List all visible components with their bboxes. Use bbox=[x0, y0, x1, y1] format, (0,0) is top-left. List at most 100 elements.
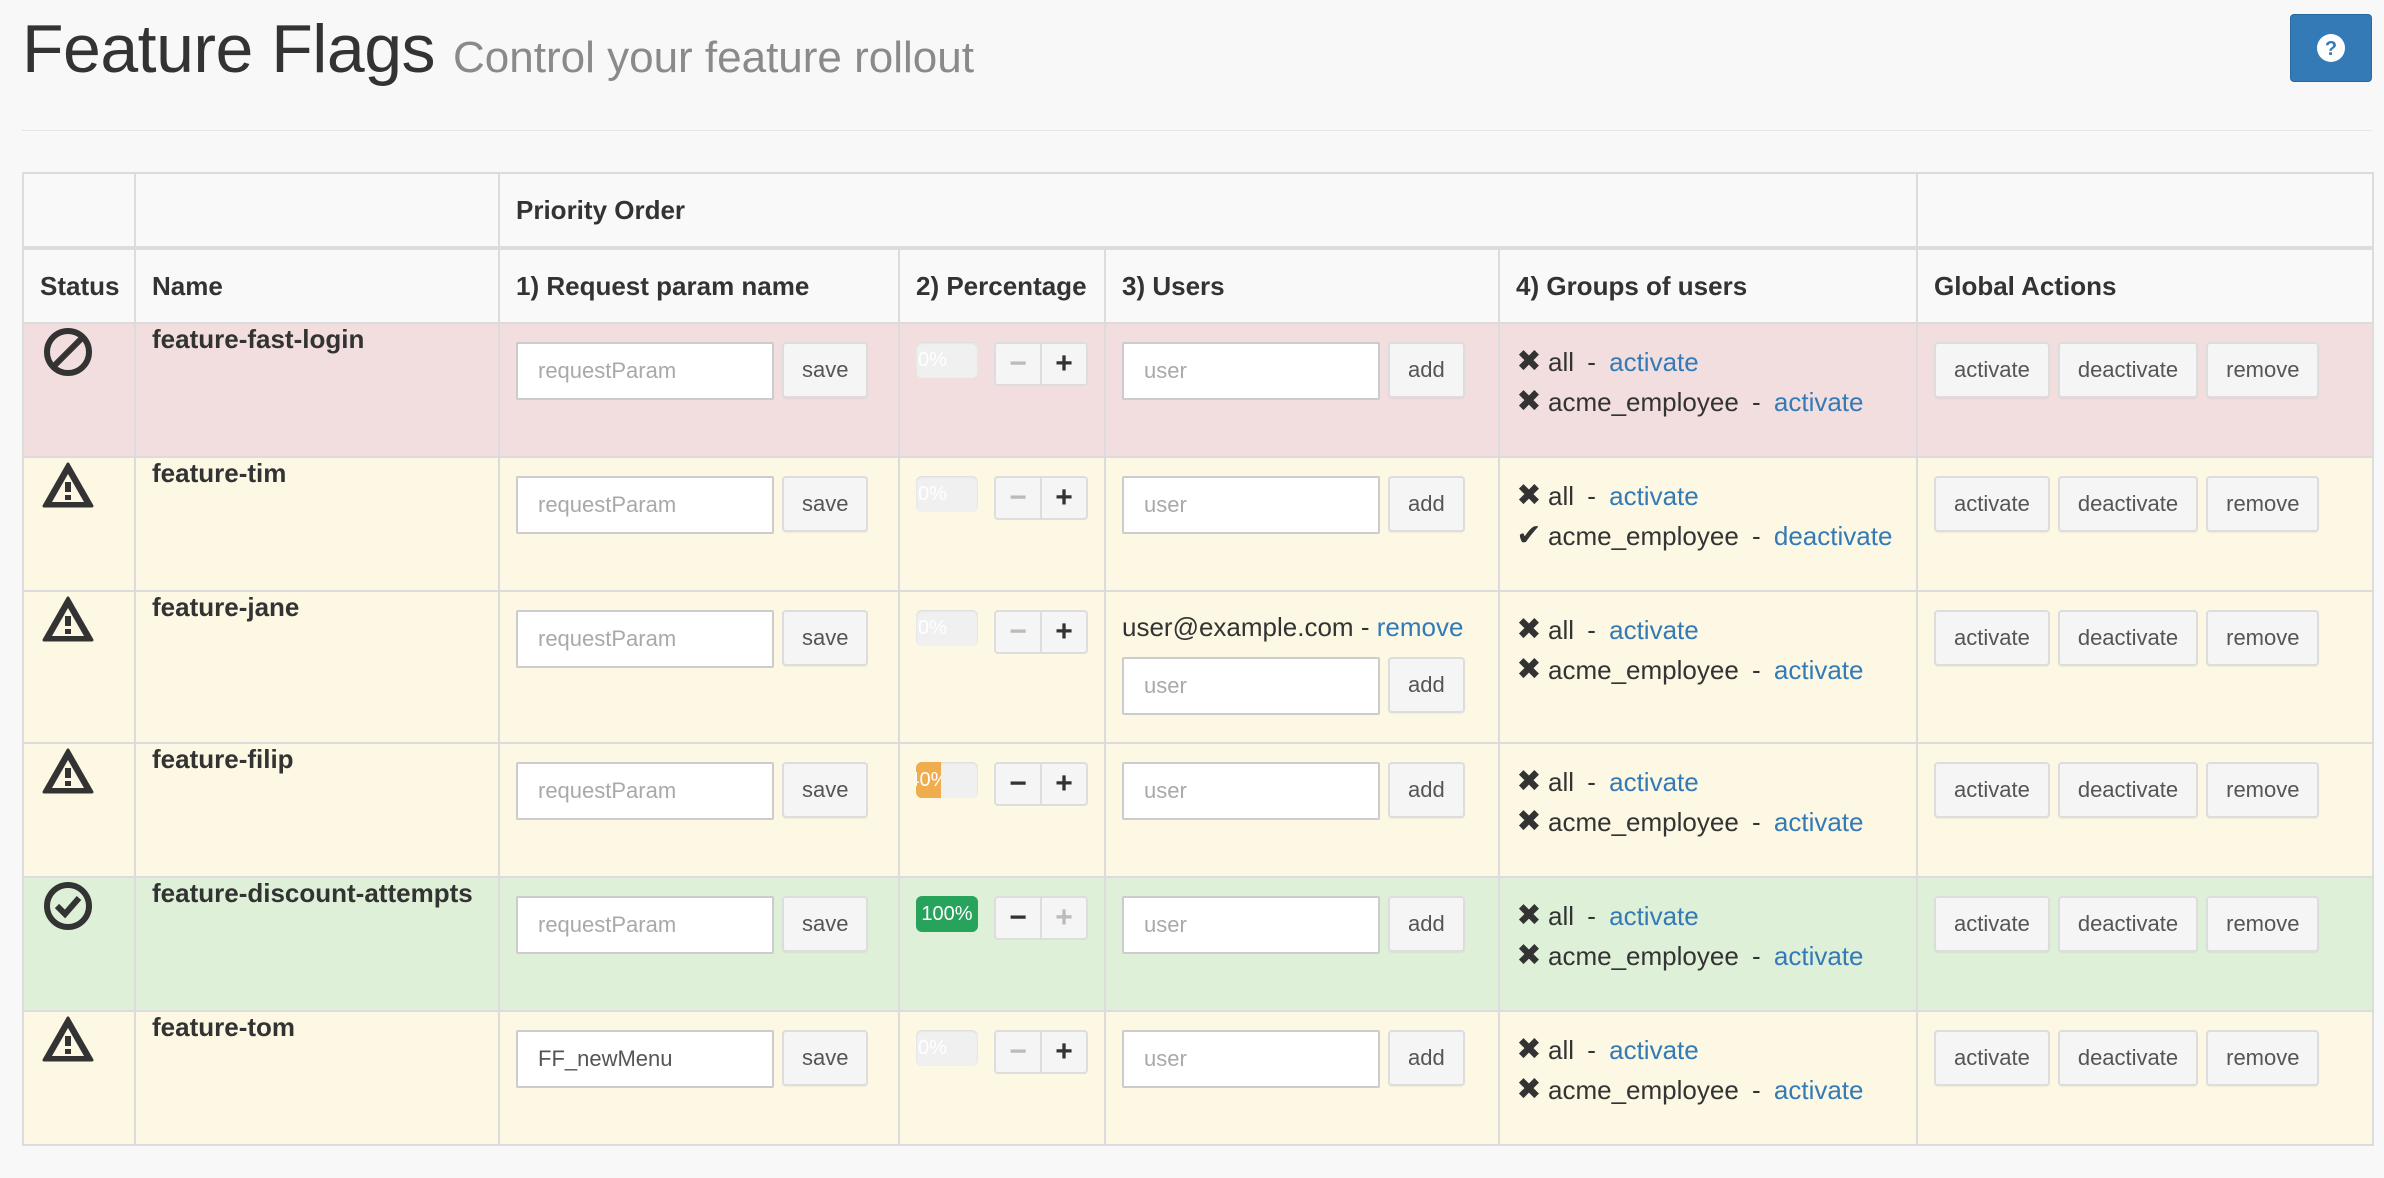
remove-button[interactable]: remove bbox=[2206, 896, 2320, 952]
times-icon: ✖ bbox=[1516, 345, 1542, 378]
decrease-percentage-button[interactable]: − bbox=[994, 342, 1042, 386]
add-user-button[interactable]: add bbox=[1388, 476, 1465, 532]
increase-percentage-button[interactable]: + bbox=[1042, 896, 1088, 940]
group-name: all bbox=[1548, 615, 1575, 645]
column-request-param: 1) Request param name bbox=[498, 246, 900, 324]
decrease-percentage-button[interactable]: − bbox=[994, 610, 1042, 654]
user-input[interactable] bbox=[1122, 1030, 1380, 1088]
deactivate-button[interactable]: deactivate bbox=[2057, 1030, 2199, 1086]
activate-group-link[interactable]: activate bbox=[1774, 650, 1864, 690]
percentage-progress: 100% bbox=[916, 896, 978, 932]
save-button[interactable]: save bbox=[782, 1030, 869, 1086]
group-entry: ✖ all - activate bbox=[1516, 1030, 1900, 1070]
increase-percentage-button[interactable]: + bbox=[1042, 1030, 1088, 1074]
activate-button[interactable]: activate bbox=[1934, 476, 2050, 532]
request-param-input[interactable] bbox=[516, 762, 774, 820]
request-param-input[interactable] bbox=[516, 476, 774, 534]
column-status: Status bbox=[22, 246, 136, 324]
times-icon: ✖ bbox=[1516, 939, 1542, 972]
user-input[interactable] bbox=[1122, 342, 1380, 400]
separator: - bbox=[1580, 767, 1604, 797]
save-button[interactable]: save bbox=[782, 896, 869, 952]
activate-group-link[interactable]: activate bbox=[1609, 762, 1699, 802]
remove-button[interactable]: remove bbox=[2206, 762, 2320, 818]
percentage-bar: 40% bbox=[916, 762, 941, 798]
percentage-label: 0% bbox=[918, 1037, 947, 1059]
activate-group-link[interactable]: activate bbox=[1609, 896, 1699, 936]
groups-list: ✖ all - activate ✖ acme_employee - activate bbox=[1516, 744, 1900, 842]
priority-order-header: Priority Order bbox=[498, 172, 1918, 249]
status-cell bbox=[22, 742, 136, 878]
request-param-input[interactable] bbox=[516, 1030, 774, 1088]
separator: - bbox=[1353, 612, 1377, 642]
increase-percentage-button[interactable]: + bbox=[1042, 476, 1088, 520]
increase-percentage-button[interactable]: + bbox=[1042, 762, 1088, 806]
user-input[interactable] bbox=[1122, 896, 1380, 954]
activate-group-link[interactable]: activate bbox=[1774, 382, 1864, 422]
activate-button[interactable]: activate bbox=[1934, 342, 2050, 398]
add-user-button[interactable]: add bbox=[1388, 342, 1465, 398]
deactivate-group-link[interactable]: deactivate bbox=[1774, 516, 1893, 556]
times-icon: ✖ bbox=[1516, 1073, 1542, 1106]
activate-group-link[interactable]: activate bbox=[1609, 476, 1699, 516]
help-button[interactable]: ? bbox=[2290, 14, 2372, 82]
activate-group-link[interactable]: activate bbox=[1609, 1030, 1699, 1070]
user-input[interactable] bbox=[1122, 762, 1380, 820]
remove-button[interactable]: remove bbox=[2206, 342, 2320, 398]
remove-user-link[interactable]: remove bbox=[1377, 612, 1464, 642]
percentage-progress: 0% bbox=[916, 1030, 978, 1066]
group-entry: ✖ all - activate bbox=[1516, 476, 1900, 516]
save-button[interactable]: save bbox=[782, 610, 869, 666]
flag-row: feature-fast-login save 0% −+ add ✖all - acti… bbox=[22, 322, 2374, 458]
user-input[interactable] bbox=[1122, 657, 1380, 715]
remove-button[interactable]: remove bbox=[2206, 1030, 2320, 1086]
add-user-button[interactable]: add bbox=[1388, 762, 1465, 818]
save-button[interactable]: save bbox=[782, 762, 869, 818]
deactivate-button[interactable]: deactivate bbox=[2057, 896, 2199, 952]
activate-group-link[interactable]: activate bbox=[1609, 610, 1699, 650]
deactivate-button[interactable]: deactivate bbox=[2057, 610, 2199, 666]
decrease-percentage-button[interactable]: − bbox=[994, 896, 1042, 940]
column-name: Name bbox=[134, 246, 500, 324]
user-input[interactable] bbox=[1122, 476, 1380, 534]
global-actions-cell: activate deactivate remove bbox=[1916, 742, 2374, 878]
warning-icon bbox=[42, 462, 94, 508]
deactivate-button[interactable]: deactivate bbox=[2057, 476, 2199, 532]
deactivate-button[interactable]: deactivate bbox=[2057, 762, 2199, 818]
groups-cell: ✖ all - activate ✖ acme_employee - activate bbox=[1498, 322, 1918, 458]
decrease-percentage-button[interactable]: − bbox=[994, 762, 1042, 806]
add-user-button[interactable]: add bbox=[1388, 657, 1465, 713]
decrease-percentage-button[interactable]: − bbox=[994, 476, 1042, 520]
remove-button[interactable]: remove bbox=[2206, 476, 2320, 532]
flag-name: feature-jane bbox=[134, 590, 500, 744]
activate-button[interactable]: activate bbox=[1934, 1030, 2050, 1086]
users-cell: add bbox=[1104, 322, 1500, 458]
add-user-button[interactable]: add bbox=[1388, 1030, 1465, 1086]
activate-group-link[interactable]: activate bbox=[1774, 1070, 1864, 1110]
activate-group-link[interactable]: activate bbox=[1774, 936, 1864, 976]
save-button[interactable]: save bbox=[782, 476, 869, 532]
request-param-input[interactable] bbox=[516, 896, 774, 954]
activate-group-link[interactable]: activate bbox=[1609, 342, 1699, 382]
request-param-input[interactable] bbox=[516, 610, 774, 668]
request-param-input[interactable] bbox=[516, 342, 774, 400]
decrease-percentage-button[interactable]: − bbox=[994, 1030, 1042, 1074]
activate-group-link[interactable]: activate bbox=[1774, 802, 1864, 842]
group-name: all bbox=[1548, 481, 1575, 511]
feature-flags-table: Priority Order Status Name 1) Request pa… bbox=[22, 172, 2374, 1146]
increase-percentage-button[interactable]: + bbox=[1042, 610, 1088, 654]
increase-percentage-button[interactable]: + bbox=[1042, 342, 1088, 386]
flag-rows: feature-fast-loginsave0%−+add✖all - acti… bbox=[22, 322, 2374, 1146]
activate-button[interactable]: activate bbox=[1934, 896, 2050, 952]
users-cell: add bbox=[1104, 742, 1500, 878]
users-cell: add bbox=[1104, 876, 1500, 1012]
add-user-button[interactable]: add bbox=[1388, 896, 1465, 952]
deactivate-button[interactable]: deactivate bbox=[2057, 342, 2199, 398]
activate-button[interactable]: activate bbox=[1934, 762, 2050, 818]
save-button[interactable]: save bbox=[782, 342, 869, 398]
remove-button[interactable]: remove bbox=[2206, 610, 2320, 666]
percentage-stepper: − + bbox=[994, 610, 1088, 654]
activate-button[interactable]: activate bbox=[1934, 610, 2050, 666]
request-param-cell: save bbox=[498, 590, 900, 744]
groups-cell: ✖ all - activate ✔ acme_employee - deactiva… bbox=[1498, 456, 1918, 592]
